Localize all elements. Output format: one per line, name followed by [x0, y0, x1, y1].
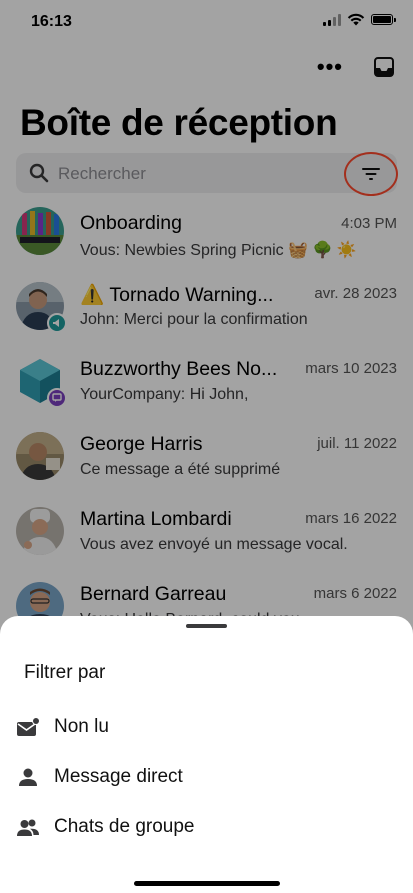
- filter-option-label: Non lu: [54, 716, 109, 737]
- home-indicator[interactable]: [134, 881, 280, 886]
- person-icon: [19, 768, 37, 786]
- group-icon: [17, 819, 39, 836]
- inbox-screen: 16:13 ••• Boîte de réception Rechercher …: [0, 0, 413, 893]
- filter-option-label: Chats de groupe: [54, 816, 195, 837]
- unread-mail-icon: [17, 717, 40, 736]
- filter-option-group-chats[interactable]: Chats de groupe: [0, 806, 413, 850]
- filter-option-direct-message[interactable]: Message direct: [0, 756, 413, 800]
- filter-bottom-sheet: Filtrer par Non lu Message direct Chats …: [0, 616, 413, 893]
- sheet-title: Filtrer par: [24, 662, 106, 683]
- filter-option-label: Message direct: [54, 766, 183, 787]
- sheet-grabber[interactable]: [186, 624, 227, 628]
- filter-option-unread[interactable]: Non lu: [0, 706, 413, 750]
